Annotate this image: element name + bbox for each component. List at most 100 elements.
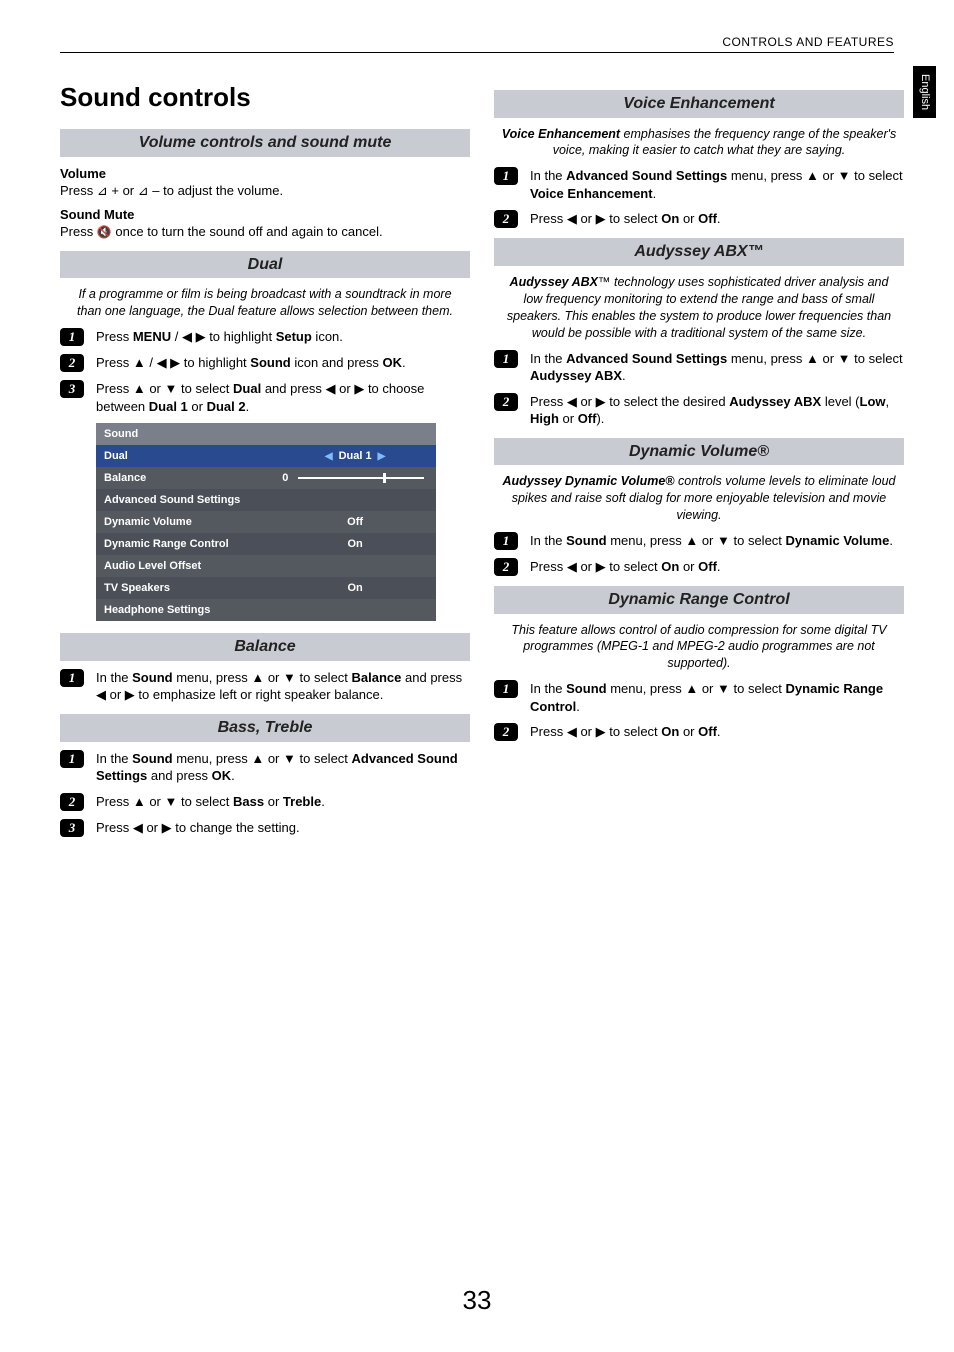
bass-step-2: 2 Press or to select Bass or Treble.: [60, 793, 470, 811]
arrow-left-icon: [133, 820, 143, 835]
abx-intro: Audyssey ABX™ technology uses sophistica…: [494, 274, 904, 342]
left-column: Sound controls Volume controls and sound…: [60, 80, 470, 845]
arrow-right-icon: [596, 724, 606, 739]
section-header-balance: Balance: [60, 633, 470, 661]
page-title: Sound controls: [60, 80, 470, 115]
step-badge: 3: [60, 819, 84, 837]
page-number: 33: [0, 1283, 954, 1318]
step-badge: 2: [494, 393, 518, 411]
arrow-up-icon: [806, 168, 819, 183]
sound-menu-table: Sound Dual ◀Dual 1▶ Balance 0 Advanced S…: [96, 423, 436, 621]
step-badge: 1: [60, 750, 84, 768]
dual-step-3: 3 Press or to select Dual and press or t…: [60, 380, 470, 415]
arrow-up-icon: [133, 381, 146, 396]
menu-row-headphone: Headphone Settings: [96, 599, 436, 621]
step-badge: 2: [494, 210, 518, 228]
menu-row-advanced: Advanced Sound Settings: [96, 489, 436, 511]
menu-row-balance: Balance 0: [96, 467, 436, 489]
arrow-lr-icon: [182, 329, 206, 344]
section-header-dynvol: Dynamic Volume®: [494, 438, 904, 466]
volume-up-icon: [97, 183, 108, 198]
voice-intro: Voice Enhancement emphasises the frequen…: [494, 126, 904, 160]
section-header-dual: Dual: [60, 251, 470, 279]
arrow-left-icon: [567, 724, 577, 739]
arrow-down-icon: [283, 751, 296, 766]
arrow-up-icon: [133, 794, 146, 809]
arrow-lr-icon: [157, 355, 181, 370]
header-rule: [60, 52, 894, 53]
arrow-up-icon: [685, 533, 698, 548]
section-header-abx: Audyssey ABX™: [494, 238, 904, 266]
language-tab: English: [913, 66, 936, 118]
arrow-right-icon: ▶: [378, 450, 386, 464]
dual-intro: If a programme or film is being broadcas…: [60, 286, 470, 320]
arrow-right-icon: [354, 381, 364, 396]
abx-step-2: 2 Press or to select the desired Audysse…: [494, 393, 904, 428]
arrow-up-icon: [133, 355, 146, 370]
header-breadcrumb: CONTROLS AND FEATURES: [722, 34, 894, 50]
step-badge: 1: [494, 532, 518, 550]
arrow-right-icon: [162, 820, 172, 835]
dual-step-1: 1 Press MENU / to highlight Setup icon.: [60, 328, 470, 346]
arrow-down-icon: [838, 351, 851, 366]
section-header-drc: Dynamic Range Control: [494, 586, 904, 614]
menu-title-row: Sound: [96, 423, 436, 445]
abx-step-1: 1 In the Advanced Sound Settings menu, p…: [494, 350, 904, 385]
arrow-left-icon: [567, 394, 577, 409]
section-header-voice: Voice Enhancement: [494, 90, 904, 118]
arrow-left-icon: [567, 211, 577, 226]
drc-step-1: 1 In the Sound menu, press or to select …: [494, 680, 904, 715]
step-badge: 1: [60, 328, 84, 346]
dynvol-step-1: 1 In the Sound menu, press or to select …: [494, 532, 904, 550]
menu-row-tvspk: TV SpeakersOn: [96, 577, 436, 599]
arrow-down-icon: [717, 533, 730, 548]
step-badge: 2: [60, 354, 84, 372]
arrow-right-icon: [596, 559, 606, 574]
dynvol-step-2: 2 Press or to select On or Off.: [494, 558, 904, 576]
menu-row-offset: Audio Level Offset: [96, 555, 436, 577]
volume-text: Press + or – to adjust the volume.: [60, 182, 470, 200]
mute-text: Press once to turn the sound off and aga…: [60, 223, 470, 241]
step-badge: 2: [494, 723, 518, 741]
dual-step-2: 2 Press / to highlight Sound icon and pr…: [60, 354, 470, 372]
arrow-right-icon: [596, 211, 606, 226]
drc-step-2: 2 Press or to select On or Off.: [494, 723, 904, 741]
arrow-right-icon: [125, 687, 135, 702]
voice-step-1: 1 In the Advanced Sound Settings menu, p…: [494, 167, 904, 202]
step-badge: 1: [494, 680, 518, 698]
arrow-up-icon: [251, 670, 264, 685]
arrow-right-icon: [596, 394, 606, 409]
mute-label: Sound Mute: [60, 206, 470, 224]
bass-step-1: 1 In the Sound menu, press or to select …: [60, 750, 470, 785]
step-badge: 2: [494, 558, 518, 576]
arrow-left-icon: [326, 381, 336, 396]
dynvol-intro: Audyssey Dynamic Volume® controls volume…: [494, 473, 904, 524]
arrow-up-icon: [685, 681, 698, 696]
arrow-down-icon: [283, 670, 296, 685]
menu-row-dynvol: Dynamic VolumeOff: [96, 511, 436, 533]
arrow-down-icon: [165, 381, 178, 396]
step-badge: 1: [60, 669, 84, 687]
bass-step-3: 3 Press or to change the setting.: [60, 819, 470, 837]
right-column: Voice Enhancement Voice Enhancement emph…: [494, 80, 904, 845]
arrow-down-icon: [165, 794, 178, 809]
arrow-left-icon: [96, 687, 106, 702]
menu-row-dual: Dual ◀Dual 1▶: [96, 445, 436, 467]
mute-icon: [97, 224, 112, 239]
volume-down-icon: [138, 183, 149, 198]
arrow-up-icon: [251, 751, 264, 766]
arrow-down-icon: [838, 168, 851, 183]
voice-step-2: 2 Press or to select On or Off.: [494, 210, 904, 228]
menu-row-drc: Dynamic Range ControlOn: [96, 533, 436, 555]
balance-slider: [298, 477, 424, 479]
section-header-bass: Bass, Treble: [60, 714, 470, 742]
balance-step-1: 1 In the Sound menu, press or to select …: [60, 669, 470, 704]
step-badge: 1: [494, 167, 518, 185]
section-header-volume: Volume controls and sound mute: [60, 129, 470, 157]
step-badge: 3: [60, 380, 84, 398]
arrow-down-icon: [717, 681, 730, 696]
arrow-left-icon: ◀: [325, 450, 333, 464]
drc-intro: This feature allows control of audio com…: [494, 622, 904, 673]
volume-label: Volume: [60, 165, 470, 183]
step-badge: 1: [494, 350, 518, 368]
